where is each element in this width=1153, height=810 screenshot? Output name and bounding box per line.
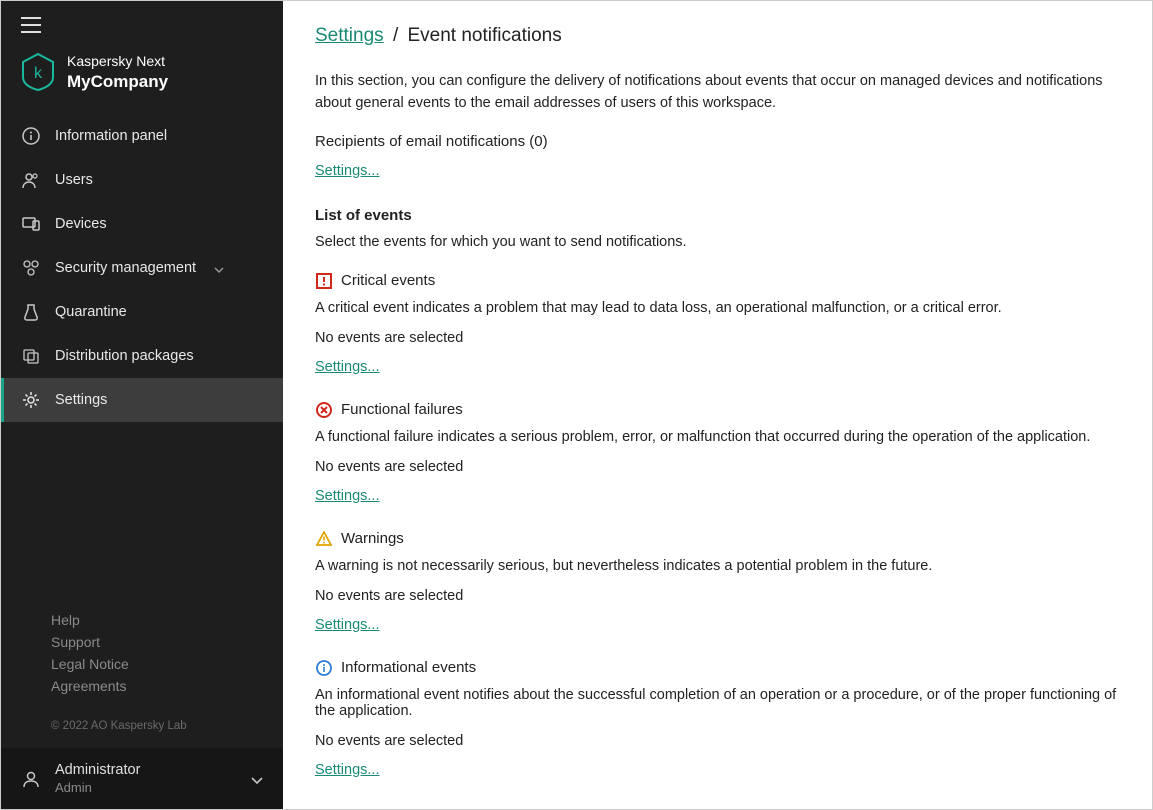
event-title: Informational events: [341, 659, 476, 676]
chevron-down-icon: [214, 260, 224, 276]
event-desc: A critical event indicates a problem tha…: [315, 300, 1120, 316]
event-desc: A warning is not necessarily serious, bu…: [315, 558, 1120, 574]
nav: Information panel Users Devices Security…: [1, 114, 283, 612]
brand-line2: MyCompany: [67, 71, 168, 92]
sidebar-item-label: Information panel: [55, 128, 167, 144]
footer-legal-link[interactable]: Legal Notice: [51, 656, 255, 672]
admin-bar[interactable]: Administrator Admin: [1, 748, 283, 809]
brand: k Kaspersky Next MyCompany: [1, 41, 283, 114]
event-group-functional: Functional failures A functional failure…: [315, 401, 1120, 504]
security-icon: [21, 258, 41, 278]
chevron-down-icon: [251, 771, 263, 787]
event-group-critical: Critical events A critical event indicat…: [315, 272, 1120, 375]
breadcrumb: Settings / Event notifications: [315, 25, 1120, 47]
hamburger-menu-button[interactable]: [1, 1, 283, 41]
sidebar: k Kaspersky Next MyCompany Information p…: [1, 1, 283, 809]
critical-icon: [315, 272, 333, 290]
event-status: No events are selected: [315, 459, 1120, 475]
functional-settings-link[interactable]: Settings...: [315, 488, 379, 504]
sidebar-item-label: Quarantine: [55, 304, 127, 320]
sidebar-item-quarantine[interactable]: Quarantine: [1, 290, 283, 334]
intro-text: In this section, you can configure the d…: [315, 71, 1120, 115]
breadcrumb-root-link[interactable]: Settings: [315, 25, 384, 46]
event-status: No events are selected: [315, 733, 1120, 749]
quarantine-icon: [21, 302, 41, 322]
footer-support-link[interactable]: Support: [51, 634, 255, 650]
sidebar-item-settings[interactable]: Settings: [1, 378, 283, 422]
sidebar-item-label: Security management: [55, 260, 196, 276]
footer-help-link[interactable]: Help: [51, 612, 255, 628]
sidebar-item-label: Settings: [55, 392, 107, 408]
main-content: Settings / Event notifications In this s…: [283, 1, 1152, 809]
failure-icon: [315, 401, 333, 419]
recipients-label: Recipients of email notifications (0): [315, 133, 1120, 150]
list-of-events-title: List of events: [315, 207, 1120, 224]
event-desc: A functional failure indicates a serious…: [315, 429, 1120, 445]
admin-role: Administrator: [55, 762, 140, 778]
event-status: No events are selected: [315, 588, 1120, 604]
event-title: Critical events: [341, 272, 435, 289]
warning-icon: [315, 530, 333, 548]
sidebar-item-devices[interactable]: Devices: [1, 202, 283, 246]
critical-settings-link[interactable]: Settings...: [315, 359, 379, 375]
admin-name: Admin: [55, 780, 140, 795]
event-group-warnings: Warnings A warning is not necessarily se…: [315, 530, 1120, 633]
users-icon: [21, 170, 41, 190]
breadcrumb-sep: /: [393, 25, 398, 46]
event-title: Warnings: [341, 530, 404, 547]
info-icon: [21, 126, 41, 146]
footer-links: Help Support Legal Notice Agreements: [1, 612, 283, 712]
user-icon: [21, 769, 41, 789]
copyright: © 2022 AO Kaspersky Lab: [1, 712, 283, 748]
info-event-icon: [315, 659, 333, 677]
brand-line1: Kaspersky Next: [67, 53, 168, 71]
sidebar-item-label: Devices: [55, 216, 107, 232]
gear-icon: [21, 390, 41, 410]
sidebar-item-users[interactable]: Users: [1, 158, 283, 202]
breadcrumb-current: Event notifications: [408, 25, 562, 46]
packages-icon: [21, 346, 41, 366]
sidebar-item-information-panel[interactable]: Information panel: [1, 114, 283, 158]
event-desc: An informational event notifies about th…: [315, 687, 1120, 719]
sidebar-item-label: Distribution packages: [55, 348, 194, 364]
svg-text:k: k: [34, 65, 43, 82]
sidebar-item-label: Users: [55, 172, 93, 188]
event-group-informational: Informational events An informational ev…: [315, 659, 1120, 778]
warnings-settings-link[interactable]: Settings...: [315, 617, 379, 633]
informational-settings-link[interactable]: Settings...: [315, 762, 379, 778]
list-of-events-sub: Select the events for which you want to …: [315, 234, 1120, 250]
sidebar-item-security-management[interactable]: Security management: [1, 246, 283, 290]
devices-icon: [21, 214, 41, 234]
event-title: Functional failures: [341, 401, 463, 418]
recipients-settings-link[interactable]: Settings...: [315, 163, 379, 179]
kaspersky-logo-icon: k: [21, 55, 55, 89]
footer-agreements-link[interactable]: Agreements: [51, 678, 255, 694]
event-status: No events are selected: [315, 330, 1120, 346]
sidebar-item-distribution-packages[interactable]: Distribution packages: [1, 334, 283, 378]
